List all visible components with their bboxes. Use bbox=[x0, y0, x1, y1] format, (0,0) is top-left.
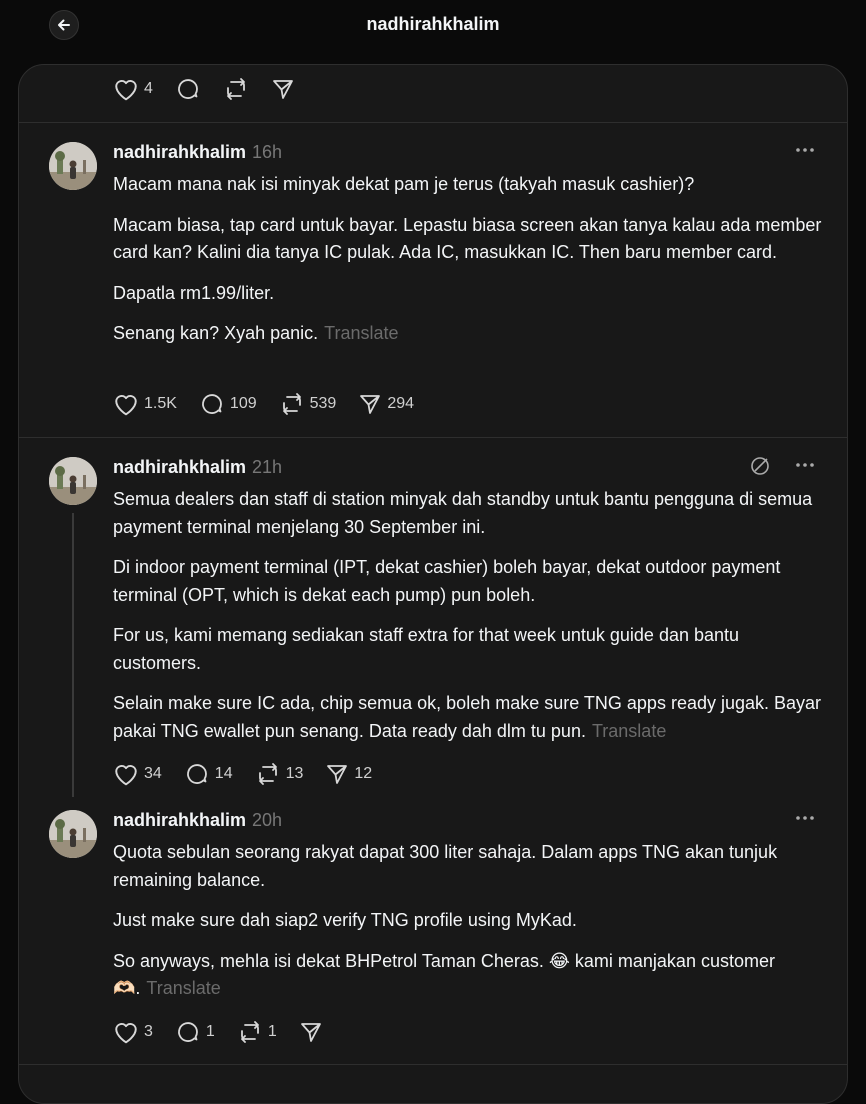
repost-icon bbox=[258, 763, 277, 785]
like-count: 1.5K bbox=[144, 395, 177, 412]
thread-card: 4 nadhirahkhalim 16h Macam mana nak isi … bbox=[18, 64, 848, 1104]
post-author[interactable]: nadhirahkhalim 20h bbox=[113, 810, 282, 831]
paragraph: Quota sebulan seorang rakyat dapat 300 l… bbox=[113, 842, 778, 890]
reply-button[interactable]: 14 bbox=[184, 762, 233, 786]
like-count: 4 bbox=[144, 80, 153, 97]
paragraph: Selain make sure IC ada, chip semua ok, … bbox=[113, 693, 822, 741]
paragraph: Just make sure dah siap2 verify TNG prof… bbox=[113, 910, 577, 930]
paragraph: Dapatla rm1.99/liter. bbox=[113, 282, 275, 303]
share-button[interactable] bbox=[271, 77, 295, 101]
more-icon bbox=[796, 816, 814, 820]
mute-icon bbox=[751, 457, 769, 475]
reply-button[interactable]: 1 bbox=[175, 1020, 215, 1044]
post: nadhirahkhalim 20h Quota sebulan seorang … bbox=[19, 790, 847, 1065]
post: nadhirahkhalim 21h Semua dealers dan staf… bbox=[19, 437, 847, 807]
reply-count: 1 bbox=[205, 1023, 215, 1040]
paragraph: For us, kami memang sediakan staff extra… bbox=[113, 625, 740, 673]
paragraph: Di indoor payment terminal (IPT, dekat c… bbox=[113, 557, 781, 605]
like-count: 34 bbox=[144, 765, 162, 782]
reply-count: 14 bbox=[214, 765, 233, 782]
avatar-photo bbox=[49, 810, 97, 858]
repost-button[interactable]: 13 bbox=[255, 762, 304, 786]
send-icon bbox=[300, 1023, 321, 1042]
paragraph: Macam mana nak isi minyak dekat pam je t… bbox=[113, 174, 695, 194]
repost-count: 13 bbox=[285, 765, 304, 782]
post-body: Semua dealers dan staff di station minya… bbox=[113, 486, 823, 758]
repost-icon bbox=[282, 393, 301, 415]
more-icon bbox=[796, 463, 814, 467]
send-icon bbox=[273, 80, 293, 99]
post: nadhirahkhalim 16h Macam mana nak isi min… bbox=[19, 122, 847, 437]
post-time: 21h bbox=[252, 457, 283, 477]
heart-icon bbox=[115, 80, 137, 101]
like-button[interactable]: 34 bbox=[113, 762, 162, 786]
post-author[interactable]: nadhirahkhalim 21h bbox=[113, 457, 282, 478]
divider bbox=[19, 1064, 847, 1065]
more-icon bbox=[796, 148, 814, 152]
action-bar: 34 14 13 12 bbox=[113, 762, 394, 786]
username[interactable]: nadhirahkhalim bbox=[113, 457, 246, 477]
translate-link[interactable]: Translate bbox=[592, 721, 666, 741]
comment-icon bbox=[202, 394, 222, 414]
paragraph: Macam biasa, tap card untuk bayar. Lepas… bbox=[113, 214, 822, 263]
like-button[interactable]: 4 bbox=[113, 77, 153, 101]
send-icon bbox=[360, 395, 381, 414]
comment-icon bbox=[178, 79, 198, 99]
like-button[interactable]: 1.5K bbox=[113, 392, 177, 416]
post-time: 16h bbox=[252, 142, 283, 162]
repost-icon bbox=[227, 78, 245, 100]
reply-count: 109 bbox=[229, 395, 257, 412]
post-time: 20h bbox=[252, 810, 283, 830]
repost-count: 539 bbox=[309, 395, 337, 412]
parent-action-bar: 4 bbox=[113, 77, 317, 101]
like-button[interactable]: 3 bbox=[113, 1020, 153, 1044]
action-bar: 3 1 1 bbox=[113, 1020, 345, 1044]
translate-link[interactable]: Translate bbox=[146, 978, 220, 998]
heart-icon bbox=[115, 765, 137, 786]
avatar-photo bbox=[49, 457, 97, 505]
username[interactable]: nadhirahkhalim bbox=[113, 810, 246, 830]
more-button[interactable] bbox=[795, 142, 815, 160]
reply-button[interactable]: 109 bbox=[199, 392, 257, 416]
share-button[interactable] bbox=[299, 1020, 323, 1044]
mute-button[interactable] bbox=[749, 455, 771, 482]
more-button[interactable] bbox=[795, 810, 815, 828]
thread-line bbox=[72, 513, 74, 797]
heart-icon bbox=[115, 1023, 137, 1044]
heart-icon bbox=[115, 395, 137, 416]
comment-icon bbox=[178, 1022, 198, 1042]
reply-button[interactable] bbox=[175, 77, 201, 101]
action-bar: 1.5K 109 539 294 bbox=[113, 392, 436, 416]
username[interactable]: nadhirahkhalim bbox=[113, 142, 246, 162]
comment-icon bbox=[186, 764, 207, 784]
repost-button[interactable]: 539 bbox=[279, 392, 337, 416]
repost-icon bbox=[240, 1021, 259, 1043]
avatar-photo bbox=[49, 142, 97, 190]
avatar[interactable] bbox=[49, 810, 97, 858]
repost-button[interactable] bbox=[223, 77, 249, 101]
paragraph: Senang kan? Xyah panic. bbox=[113, 323, 319, 343]
post-body: Quota sebulan seorang rakyat dapat 300 l… bbox=[113, 839, 823, 1016]
more-button[interactable] bbox=[795, 457, 815, 475]
share-count: 294 bbox=[387, 395, 415, 412]
repost-count: 1 bbox=[267, 1023, 277, 1040]
share-button[interactable]: 294 bbox=[358, 392, 414, 416]
avatar[interactable] bbox=[49, 142, 97, 190]
share-button[interactable]: 12 bbox=[325, 762, 372, 786]
top-bar: nadhirahkhalim bbox=[0, 0, 866, 52]
page-title: nadhirahkhalim bbox=[366, 14, 500, 34]
like-count: 3 bbox=[144, 1023, 153, 1040]
translate-link[interactable]: Translate bbox=[324, 323, 398, 343]
send-icon bbox=[327, 765, 348, 784]
paragraph: Semua dealers dan staff di station minya… bbox=[113, 489, 813, 537]
repost-button[interactable]: 1 bbox=[237, 1020, 277, 1044]
post-body: Macam mana nak isi minyak dekat pam je t… bbox=[113, 171, 823, 361]
post-author[interactable]: nadhirahkhalim 16h bbox=[113, 142, 282, 163]
share-count: 12 bbox=[354, 765, 373, 782]
avatar[interactable] bbox=[49, 457, 97, 505]
